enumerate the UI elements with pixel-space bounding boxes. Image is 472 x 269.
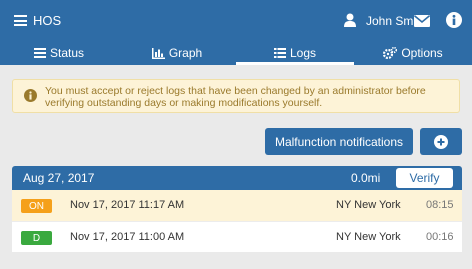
tab-bar: Status Graph Logs Options [0,41,472,65]
log-time: Nov 17, 2017 11:00 AM [70,231,185,243]
menu-icon[interactable] [14,15,27,26]
info-icon [24,89,37,102]
logs-icon [273,48,286,58]
add-log-button[interactable] [420,128,462,155]
top-bar: HOS John Smith [0,0,472,41]
status-badge: D [21,231,52,245]
log-row[interactable]: ON Nov 17, 2017 11:17 AM NY New York 08:… [12,190,462,221]
log-duration: 00:16 [426,231,454,243]
tab-status[interactable]: Status [0,41,118,65]
tab-logs[interactable]: Logs [236,41,354,65]
status-badge: ON [21,199,52,213]
mail-icon[interactable] [414,15,430,27]
tab-label: Graph [168,46,203,60]
malfunction-notifications-button[interactable]: Malfunction notifications [265,128,413,155]
tab-label: Options [401,46,443,60]
log-duration: 08:15 [426,199,454,211]
warning-text: You must accept or reject logs that have… [45,85,426,109]
plus-circle-icon [434,134,448,149]
log-location: NY New York [336,231,401,243]
tab-options[interactable]: Options [354,41,472,65]
tab-graph[interactable]: Graph [118,41,236,65]
day-header: Aug 27, 2017 0.0mi Verify [12,166,462,190]
user-icon [344,13,356,27]
graph-icon [151,47,165,59]
status-icon [33,48,46,58]
warning-banner: You must accept or reject logs that have… [12,79,460,113]
day-distance: 0.0mi [351,171,381,185]
log-time: Nov 17, 2017 11:17 AM [70,199,185,211]
gears-icon [383,47,398,59]
info-icon[interactable] [446,12,462,28]
log-location: NY New York [336,199,401,211]
day-date: Aug 27, 2017 [23,171,95,185]
tab-label: Status [49,46,85,60]
verify-button[interactable]: Verify [396,168,453,188]
app-title: HOS [33,13,62,28]
tab-label: Logs [289,46,317,60]
log-row[interactable]: D Nov 17, 2017 11:00 AM NY New York 00:1… [12,221,462,252]
